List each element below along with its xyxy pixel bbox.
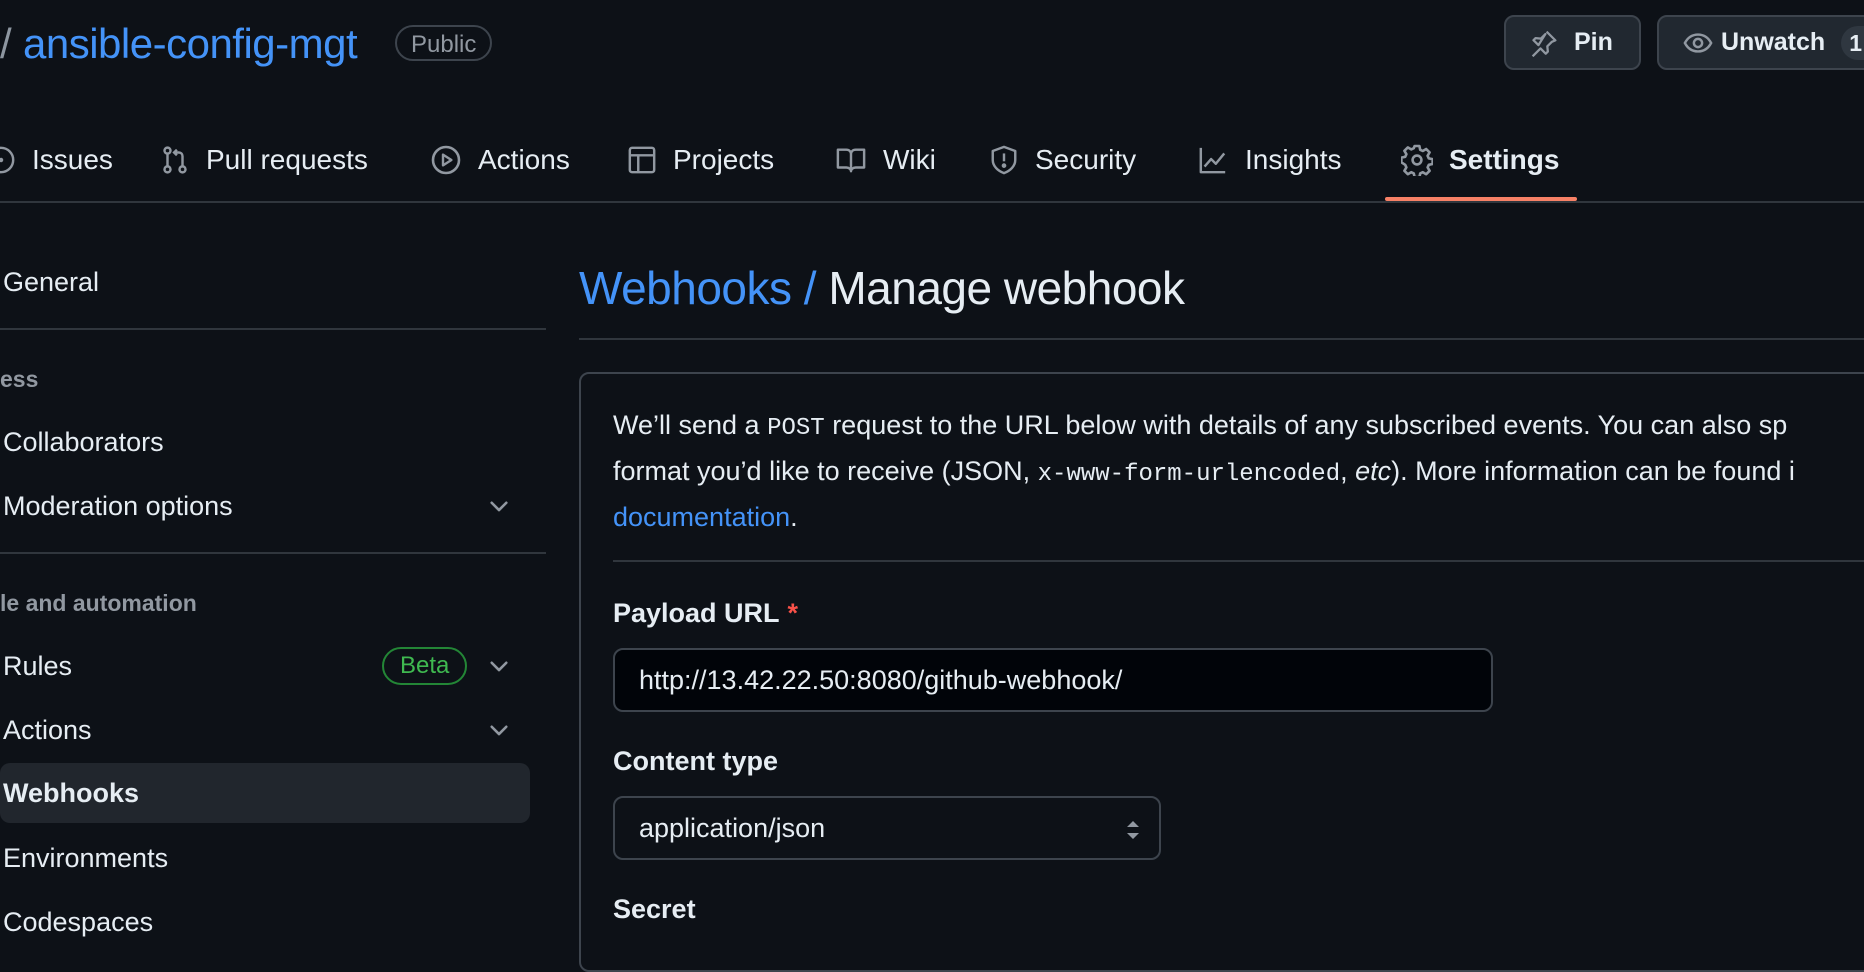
sidebar-item-rules[interactable]: Rules Beta	[0, 636, 530, 696]
desc-etc: etc	[1355, 456, 1392, 486]
content-type-value: application/json	[639, 813, 826, 843]
chevron-down-icon	[486, 717, 512, 743]
repo-name-link[interactable]: ansible-config-mgt	[23, 20, 358, 68]
tab-wiki[interactable]: Wiki	[835, 120, 936, 200]
content-type-label: Content type	[613, 746, 778, 776]
graph-icon	[1197, 145, 1229, 175]
payload-url-label: Payload URL *	[613, 598, 798, 629]
sidebar-item-label: General	[3, 266, 100, 297]
tab-pull-requests[interactable]: Pull requests	[160, 120, 368, 200]
play-icon	[430, 144, 462, 176]
nav-divider	[0, 201, 1864, 203]
tab-label: Security	[1035, 144, 1137, 175]
chevron-down-icon	[486, 493, 512, 519]
sidebar-divider	[0, 328, 546, 330]
tab-label: Issues	[32, 144, 113, 175]
sidebar-item-codespaces[interactable]: Codespaces	[0, 892, 530, 952]
tab-projects[interactable]: Projects	[627, 120, 774, 200]
tab-label: Insights	[1245, 144, 1342, 175]
shield-icon	[989, 144, 1019, 176]
form-divider	[613, 560, 1864, 562]
secret-label: Secret	[613, 894, 696, 924]
tab-label: Pull requests	[206, 144, 368, 175]
sidebar-item-collaborators[interactable]: Collaborators	[0, 412, 530, 472]
tab-issues[interactable]: Issues	[0, 120, 113, 200]
payload-url-input[interactable]: http://13.42.22.50:8080/github-webhook/	[613, 648, 1493, 712]
select-arrows-icon	[1123, 818, 1143, 842]
unwatch-button[interactable]: Unwatch 1	[1657, 15, 1864, 70]
issue-icon	[0, 145, 16, 175]
desc-text: format you’d like to receive (JSON,	[613, 456, 1038, 486]
required-mark: *	[787, 598, 799, 628]
pin-icon	[1530, 29, 1558, 57]
page-title-text: Manage webhook	[828, 262, 1185, 314]
documentation-link[interactable]: documentation	[613, 502, 790, 532]
unwatch-label: Unwatch	[1721, 28, 1826, 56]
repo-nav: Issues Pull requests Actions Projects Wi…	[0, 120, 1864, 202]
tab-label: Projects	[673, 144, 775, 175]
tab-actions[interactable]: Actions	[430, 120, 570, 200]
desc-code-post: POST	[767, 415, 825, 442]
sidebar-item-label: Rules	[3, 650, 73, 681]
chevron-down-icon	[486, 653, 512, 679]
sidebar-item-environments[interactable]: Environments	[0, 828, 530, 888]
sidebar-item-label: Actions	[3, 714, 92, 745]
sidebar-item-actions[interactable]: Actions	[0, 700, 530, 760]
sidebar-item-webhooks[interactable]: Webhooks	[0, 763, 530, 823]
tab-settings[interactable]: Settings	[1401, 120, 1559, 200]
webhook-description: We’ll send a POST request to the URL bel…	[613, 404, 1864, 538]
pull-request-icon	[160, 145, 190, 175]
book-icon	[835, 145, 867, 175]
sidebar-item-label: Webhooks	[3, 777, 140, 808]
pin-button[interactable]: Pin	[1504, 15, 1641, 70]
sidebar-section-access: ess	[0, 366, 39, 392]
gear-icon	[1401, 144, 1433, 176]
title-divider	[579, 338, 1864, 340]
sidebar-item-moderation-options[interactable]: Moderation options	[0, 476, 530, 536]
tab-label: Actions	[478, 144, 570, 175]
table-icon	[627, 145, 657, 175]
visibility-badge: Public	[395, 25, 493, 61]
sidebar-item-label: Moderation options	[3, 490, 233, 521]
desc-text: request to the URL below with details of…	[824, 410, 1788, 440]
repo-path-separator: /	[0, 20, 12, 67]
sidebar-item-general[interactable]: General	[0, 252, 530, 312]
sidebar-item-label: Environments	[3, 842, 169, 873]
pin-label: Pin	[1574, 28, 1613, 56]
eye-icon	[1683, 28, 1713, 58]
sidebar-section-code-automation: le and automation	[0, 590, 197, 616]
page-title: Webhooks / Manage webhook	[579, 262, 1185, 314]
label-text: Payload URL	[613, 598, 780, 628]
beta-badge: Beta	[382, 647, 468, 685]
breadcrumb-webhooks-link[interactable]: Webhooks /	[579, 262, 817, 314]
desc-text: ). More information can be found i	[1391, 456, 1795, 486]
desc-text: .	[790, 502, 798, 532]
desc-text: We’ll send a	[613, 410, 768, 440]
tab-label: Settings	[1449, 144, 1560, 175]
content-type-select[interactable]: application/json	[613, 796, 1161, 860]
sidebar-item-label: Collaborators	[3, 426, 164, 457]
tab-label: Wiki	[883, 144, 936, 175]
tab-security[interactable]: Security	[989, 120, 1136, 200]
desc-text: ,	[1340, 456, 1356, 486]
watch-count: 1	[1841, 25, 1864, 60]
desc-code-urlencoded: x-www-form-urlencoded	[1037, 461, 1341, 488]
sidebar-item-label: Codespaces	[3, 906, 154, 937]
sidebar-divider	[0, 552, 546, 554]
tab-insights[interactable]: Insights	[1197, 120, 1342, 200]
